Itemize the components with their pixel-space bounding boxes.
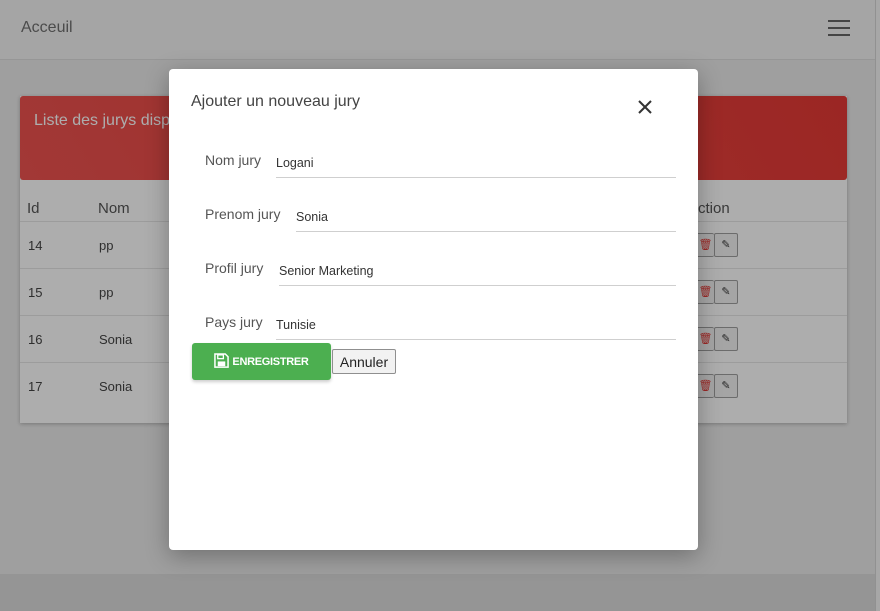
save-button[interactable]: ENREGISTRER [192,343,331,380]
nom-label: Nom jury [205,152,262,168]
nom-row: Nom jury [205,152,677,186]
cancel-button[interactable]: Annuler [332,349,396,374]
save-button-label: ENREGISTRER [232,355,309,368]
prenom-label: Prenom jury [205,206,281,222]
floppy-disk-icon [214,352,230,371]
dialog-title: Ajouter un nouveau jury [191,93,360,110]
profil-row: Profil jury [205,260,677,294]
profil-input[interactable] [279,260,676,286]
pays-input[interactable] [276,314,676,340]
close-icon[interactable] [635,97,655,117]
add-jury-dialog: Ajouter un nouveau jury Nom jury Prenom … [169,69,698,550]
prenom-row: Prenom jury [205,206,677,240]
profil-label: Profil jury [205,260,264,276]
nom-input[interactable] [276,152,676,178]
pays-label: Pays jury [205,314,263,330]
prenom-input[interactable] [296,206,676,232]
